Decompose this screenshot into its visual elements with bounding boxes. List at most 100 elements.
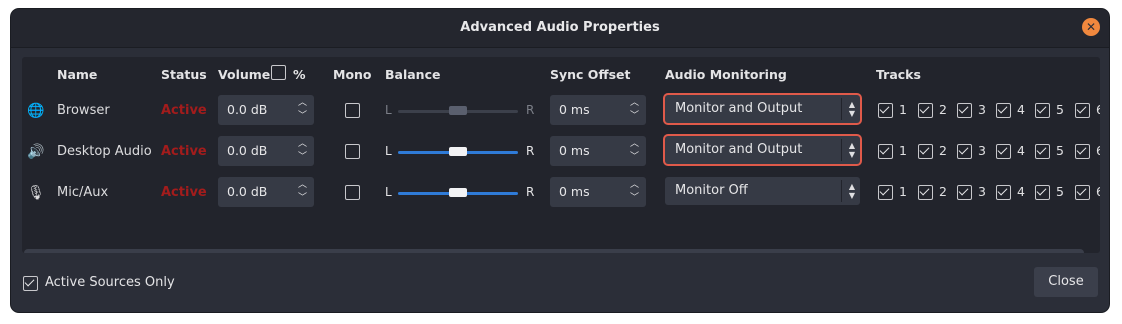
active-sources-only-checkbox[interactable] bbox=[23, 276, 38, 291]
mono-checkbox[interactable] bbox=[345, 144, 360, 159]
balance-left-label: L bbox=[385, 185, 392, 199]
active-sources-only-label: Active Sources Only bbox=[45, 275, 175, 290]
chevron-down-icon[interactable]: ﹀ bbox=[298, 112, 307, 121]
balance-slider-handle[interactable] bbox=[449, 106, 467, 115]
track-checkbox[interactable] bbox=[996, 103, 1011, 118]
track-checkbox[interactable] bbox=[1075, 144, 1090, 159]
chevron-up-icon[interactable]: ︿ bbox=[630, 181, 639, 190]
status-label: Active bbox=[161, 185, 207, 200]
track-label: 1 bbox=[899, 184, 907, 199]
chevron-up-icon[interactable]: ︿ bbox=[298, 99, 307, 108]
track-label: 3 bbox=[978, 102, 986, 117]
sync-offset-spinbox[interactable]: 0 ms ︿ ﹀ bbox=[550, 136, 646, 166]
track-label: 6 bbox=[1096, 184, 1100, 199]
track-checkbox[interactable] bbox=[1035, 185, 1050, 200]
track-checkbox[interactable] bbox=[878, 185, 893, 200]
volume-value: 0.0 dB bbox=[227, 102, 268, 117]
header-volume: Volume bbox=[218, 67, 271, 82]
track-checkbox[interactable] bbox=[1035, 103, 1050, 118]
track-label: 6 bbox=[1096, 143, 1100, 158]
window-title: Advanced Audio Properties bbox=[460, 20, 660, 35]
track-checkbox[interactable] bbox=[918, 185, 933, 200]
track-label: 2 bbox=[939, 143, 947, 158]
close-icon[interactable]: ✕ bbox=[1082, 18, 1100, 36]
header-audio-monitoring: Audio Monitoring bbox=[665, 67, 787, 82]
sync-offset-spinbox[interactable]: 0 ms ︿ ﹀ bbox=[550, 177, 646, 207]
volume-spinbox[interactable]: 0.0 dB ︿ ﹀ bbox=[218, 95, 314, 125]
source-name: Browser bbox=[57, 103, 110, 118]
track-label: 2 bbox=[939, 184, 947, 199]
header-sync-offset: Sync Offset bbox=[550, 67, 631, 82]
track-label: 2 bbox=[939, 102, 947, 117]
source-row: 🎙 Mic/Aux Active 0.0 dB ︿ ﹀ L R 0 ms ︿ ﹀ Monitor Of… bbox=[22, 177, 1100, 209]
balance-slider-handle[interactable] bbox=[449, 188, 467, 197]
header-balance: Balance bbox=[385, 67, 441, 82]
mono-checkbox[interactable] bbox=[345, 185, 360, 200]
source-row: 🔊 Desktop Audio Active 0.0 dB ︿ ﹀ L R 0 ms ︿ ﹀ Moni… bbox=[22, 136, 1100, 168]
track-checkbox[interactable] bbox=[957, 103, 972, 118]
speaker-icon: 🔊 bbox=[27, 144, 45, 160]
volume-value: 0.0 dB bbox=[227, 184, 268, 199]
header-name: Name bbox=[57, 67, 98, 82]
balance-right-label: R bbox=[526, 144, 535, 158]
track-checkbox[interactable] bbox=[1075, 103, 1090, 118]
audio-monitoring-dropdown[interactable]: Monitor Off ▲ ▼ bbox=[665, 177, 860, 205]
audio-monitoring-value: Monitor and Output bbox=[675, 101, 803, 116]
track-checkbox[interactable] bbox=[957, 144, 972, 159]
header-mono: Mono bbox=[333, 67, 372, 82]
track-label: 5 bbox=[1056, 184, 1064, 199]
globe-icon: 🌐 bbox=[27, 103, 45, 119]
chevron-down-icon[interactable]: ﹀ bbox=[630, 194, 639, 203]
sync-offset-spinbox[interactable]: 0 ms ︿ ﹀ bbox=[550, 95, 646, 125]
dropdown-separator bbox=[841, 139, 842, 161]
close-button[interactable]: Close bbox=[1034, 267, 1098, 297]
audio-monitoring-value: Monitor Off bbox=[675, 183, 748, 198]
track-checkbox[interactable] bbox=[878, 103, 893, 118]
track-label: 4 bbox=[1017, 143, 1025, 158]
chevron-up-icon[interactable]: ︿ bbox=[298, 181, 307, 190]
sync-offset-value: 0 ms bbox=[559, 143, 590, 158]
microphone-icon: 🎙 bbox=[27, 185, 45, 201]
track-label: 4 bbox=[1017, 102, 1025, 117]
horizontal-scrollbar[interactable] bbox=[24, 249, 1084, 253]
track-label: 1 bbox=[899, 143, 907, 158]
volume-percent-checkbox[interactable] bbox=[271, 65, 286, 80]
chevron-down-icon[interactable]: ﹀ bbox=[630, 112, 639, 121]
volume-spinbox[interactable]: 0.0 dB ︿ ﹀ bbox=[218, 177, 314, 207]
track-label: 3 bbox=[978, 143, 986, 158]
chevron-up-icon[interactable]: ︿ bbox=[298, 140, 307, 149]
header-tracks: Tracks bbox=[876, 67, 921, 82]
chevron-down-icon[interactable]: ﹀ bbox=[298, 194, 307, 203]
sync-offset-value: 0 ms bbox=[559, 184, 590, 199]
source-name: Desktop Audio bbox=[57, 144, 152, 159]
track-checkbox[interactable] bbox=[1035, 144, 1050, 159]
audio-monitoring-dropdown[interactable]: Monitor and Output ▲ ▼ bbox=[665, 95, 860, 123]
balance-slider-handle[interactable] bbox=[449, 147, 467, 156]
track-label: 3 bbox=[978, 184, 986, 199]
dropdown-separator bbox=[841, 98, 842, 120]
track-label: 6 bbox=[1096, 102, 1100, 117]
track-label: 5 bbox=[1056, 143, 1064, 158]
volume-spinbox[interactable]: 0.0 dB ︿ ﹀ bbox=[218, 136, 314, 166]
chevron-up-icon[interactable]: ︿ bbox=[630, 140, 639, 149]
mono-checkbox[interactable] bbox=[345, 103, 360, 118]
audio-monitoring-dropdown[interactable]: Monitor and Output ▲ ▼ bbox=[665, 136, 860, 164]
track-checkbox[interactable] bbox=[878, 144, 893, 159]
balance-right-label: R bbox=[526, 185, 535, 199]
track-checkbox[interactable] bbox=[1075, 185, 1090, 200]
track-label: 1 bbox=[899, 102, 907, 117]
chevron-down-icon[interactable]: ﹀ bbox=[298, 153, 307, 162]
track-label: 4 bbox=[1017, 184, 1025, 199]
chevron-down-icon[interactable]: ﹀ bbox=[630, 153, 639, 162]
balance-right-label: R bbox=[526, 103, 535, 117]
dropdown-separator bbox=[841, 180, 842, 202]
track-checkbox[interactable] bbox=[957, 185, 972, 200]
track-checkbox[interactable] bbox=[996, 144, 1011, 159]
status-label: Active bbox=[161, 144, 207, 159]
advanced-audio-properties-window: Advanced Audio Properties ✕ Name Status … bbox=[11, 9, 1109, 312]
track-checkbox[interactable] bbox=[996, 185, 1011, 200]
track-checkbox[interactable] bbox=[918, 103, 933, 118]
chevron-up-icon[interactable]: ︿ bbox=[630, 99, 639, 108]
track-checkbox[interactable] bbox=[918, 144, 933, 159]
balance-left-label: L bbox=[385, 144, 392, 158]
